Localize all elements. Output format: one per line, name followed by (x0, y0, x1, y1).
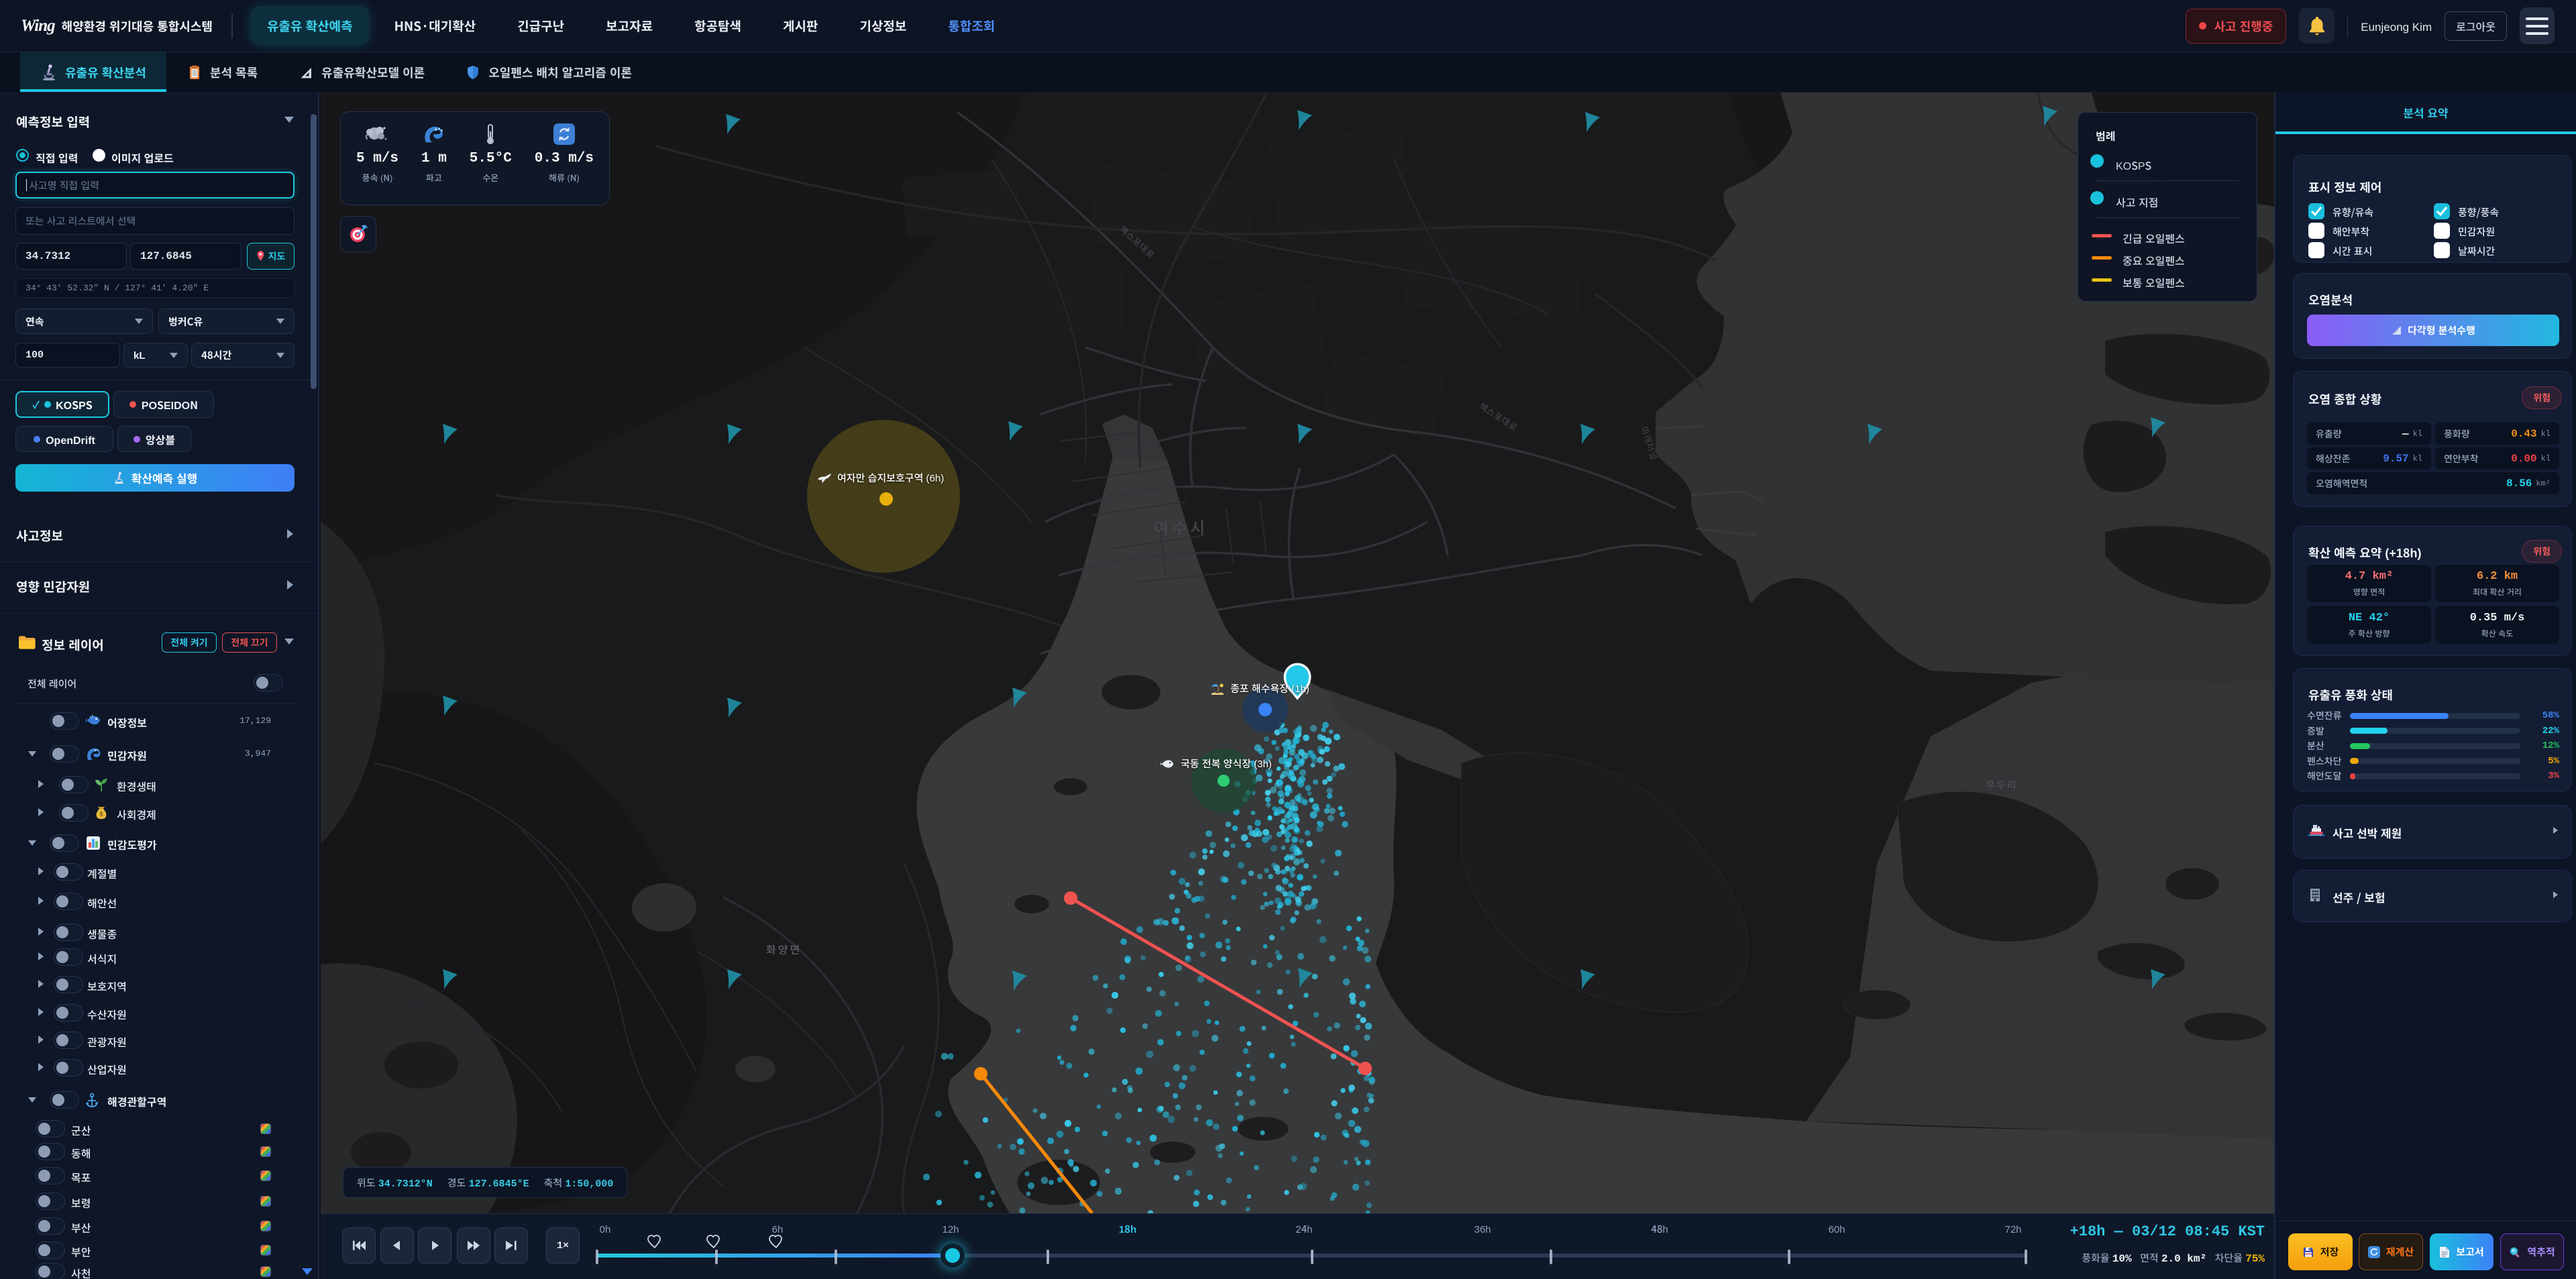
svg-text:$: $ (99, 811, 103, 818)
svg-text:화양면: 화양면 (766, 941, 802, 957)
svg-text:우두리: 우두리 (1986, 778, 2017, 792)
svg-text:여수시: 여수시 (1154, 515, 1208, 539)
